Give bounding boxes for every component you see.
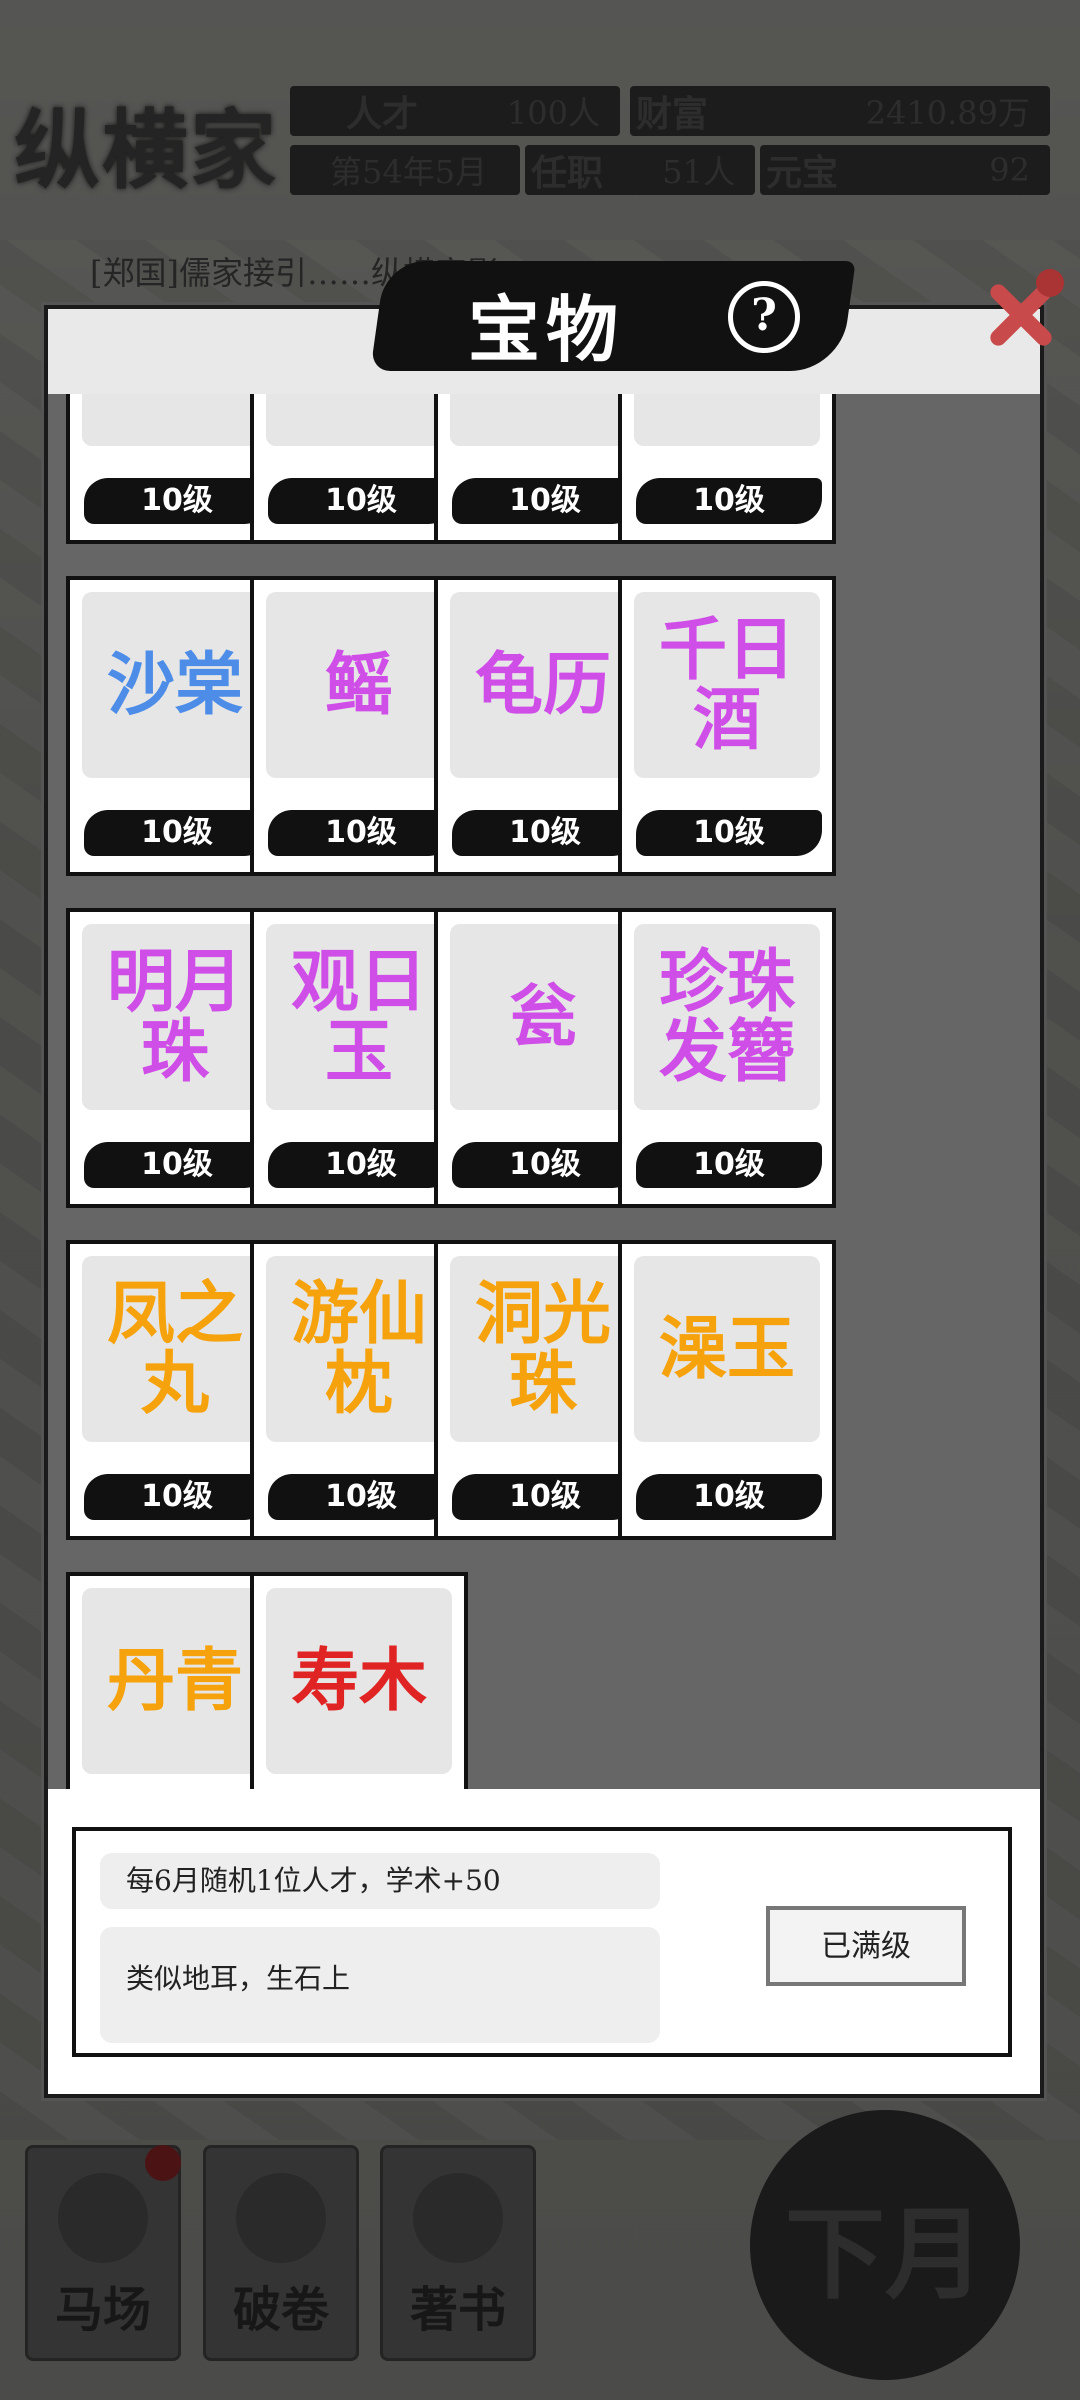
treasure-icon-frame: 瓮: [450, 924, 636, 1110]
treasure-icon-frame: 丹青: [82, 1588, 268, 1774]
treasure-icon-frame: 鳐: [266, 592, 452, 778]
treasure-name: 澡玉: [658, 1309, 795, 1389]
treasure-name: 龟历: [474, 645, 611, 725]
treasure-level-badge: 10级: [452, 478, 638, 524]
treasure-level-badge: 10级: [452, 1142, 638, 1188]
treasure-name: 游仙枕: [290, 1274, 427, 1424]
treasure-name: 观日玉: [290, 942, 427, 1092]
treasure-level-badge: 10级: [268, 810, 454, 856]
treasure-modal: 宝物 ? 10级 10级 10级 10级 沙棠 10级鳐 10级 龟历 10级 千日酒 10级 明月珠…: [44, 261, 1064, 2098]
treasure-name: 千日酒: [658, 610, 795, 760]
treasure-name: 沙棠: [106, 645, 243, 725]
treasure-level-badge: 10级: [452, 1474, 638, 1520]
treasure-icon-frame: 珍珠发簪: [634, 924, 820, 1110]
treasure-icon-frame: [266, 394, 452, 446]
treasure-icon-frame: [82, 394, 268, 446]
treasure-card[interactable]: 10级: [618, 394, 836, 544]
treasure-level-badge: 10级: [636, 810, 822, 856]
treasure-icon-frame: 澡玉: [634, 1256, 820, 1442]
treasure-icon-frame: 沙棠: [82, 592, 268, 778]
treasure-level-badge: 10级: [84, 810, 270, 856]
treasure-level-badge: 10级: [636, 1474, 822, 1520]
treasure-card[interactable]: 珍珠发簪 10级: [618, 908, 836, 1208]
treasure-level-badge: 10级: [268, 1142, 454, 1188]
treasure-icon-frame: [450, 394, 636, 446]
treasure-name: 珍珠发簪: [658, 942, 795, 1092]
treasure-description: 类似地耳，生石上: [100, 1927, 660, 2043]
treasure-grid[interactable]: 10级 10级 10级 10级 沙棠 10级鳐 10级 龟历 10级 千日酒 10级 明月珠 10级 观日…: [48, 394, 1040, 1789]
question-mark-icon[interactable]: ?: [728, 281, 800, 353]
treasure-name: 凤之丸: [106, 1274, 243, 1424]
treasure-icon-frame: 游仙枕: [266, 1256, 452, 1442]
treasure-icon-frame: 洞光珠: [450, 1256, 636, 1442]
treasure-icon-frame: 明月珠: [82, 924, 268, 1110]
treasure-icon-frame: 千日酒: [634, 592, 820, 778]
modal-title: 宝物: [468, 287, 625, 372]
treasure-name: 洞光珠: [474, 1274, 611, 1424]
treasure-card[interactable]: 澡玉 10级: [618, 1240, 836, 1540]
close-icon[interactable]: [976, 269, 1066, 359]
max-level-button[interactable]: 已满级: [766, 1906, 966, 1986]
treasure-card[interactable]: 千日酒 10级: [618, 576, 836, 876]
treasure-level-badge: 10级: [84, 1142, 270, 1188]
treasure-icon-frame: 观日玉: [266, 924, 452, 1110]
treasure-name: 明月珠: [106, 942, 243, 1092]
treasure-icon-frame: 龟历: [450, 592, 636, 778]
treasure-icon-frame: 凤之丸: [82, 1256, 268, 1442]
treasure-name: 寿木: [290, 1641, 427, 1721]
treasure-level-badge: 10级: [84, 1474, 270, 1520]
treasure-level-badge: 10级: [636, 478, 822, 524]
treasure-level-badge: 10级: [452, 810, 638, 856]
treasure-level-badge: 10级: [636, 1142, 822, 1188]
treasure-icon-frame: 寿木: [266, 1588, 452, 1774]
treasure-icon-frame: [634, 394, 820, 446]
treasure-detail-panel: 每6月随机1位人才，学术+50 类似地耳，生石上 已满级: [72, 1827, 1012, 2057]
treasure-card[interactable]: 寿木10级: [250, 1572, 468, 1789]
treasure-level-badge: 10级: [268, 1474, 454, 1520]
treasure-level-badge: 10级: [268, 478, 454, 524]
treasure-level-badge: 10级: [84, 478, 270, 524]
treasure-name: 丹青: [106, 1641, 243, 1721]
treasure-name: 鳐: [324, 645, 393, 725]
treasure-effect: 每6月随机1位人才，学术+50: [100, 1853, 660, 1909]
treasure-name: 瓮: [508, 977, 577, 1057]
